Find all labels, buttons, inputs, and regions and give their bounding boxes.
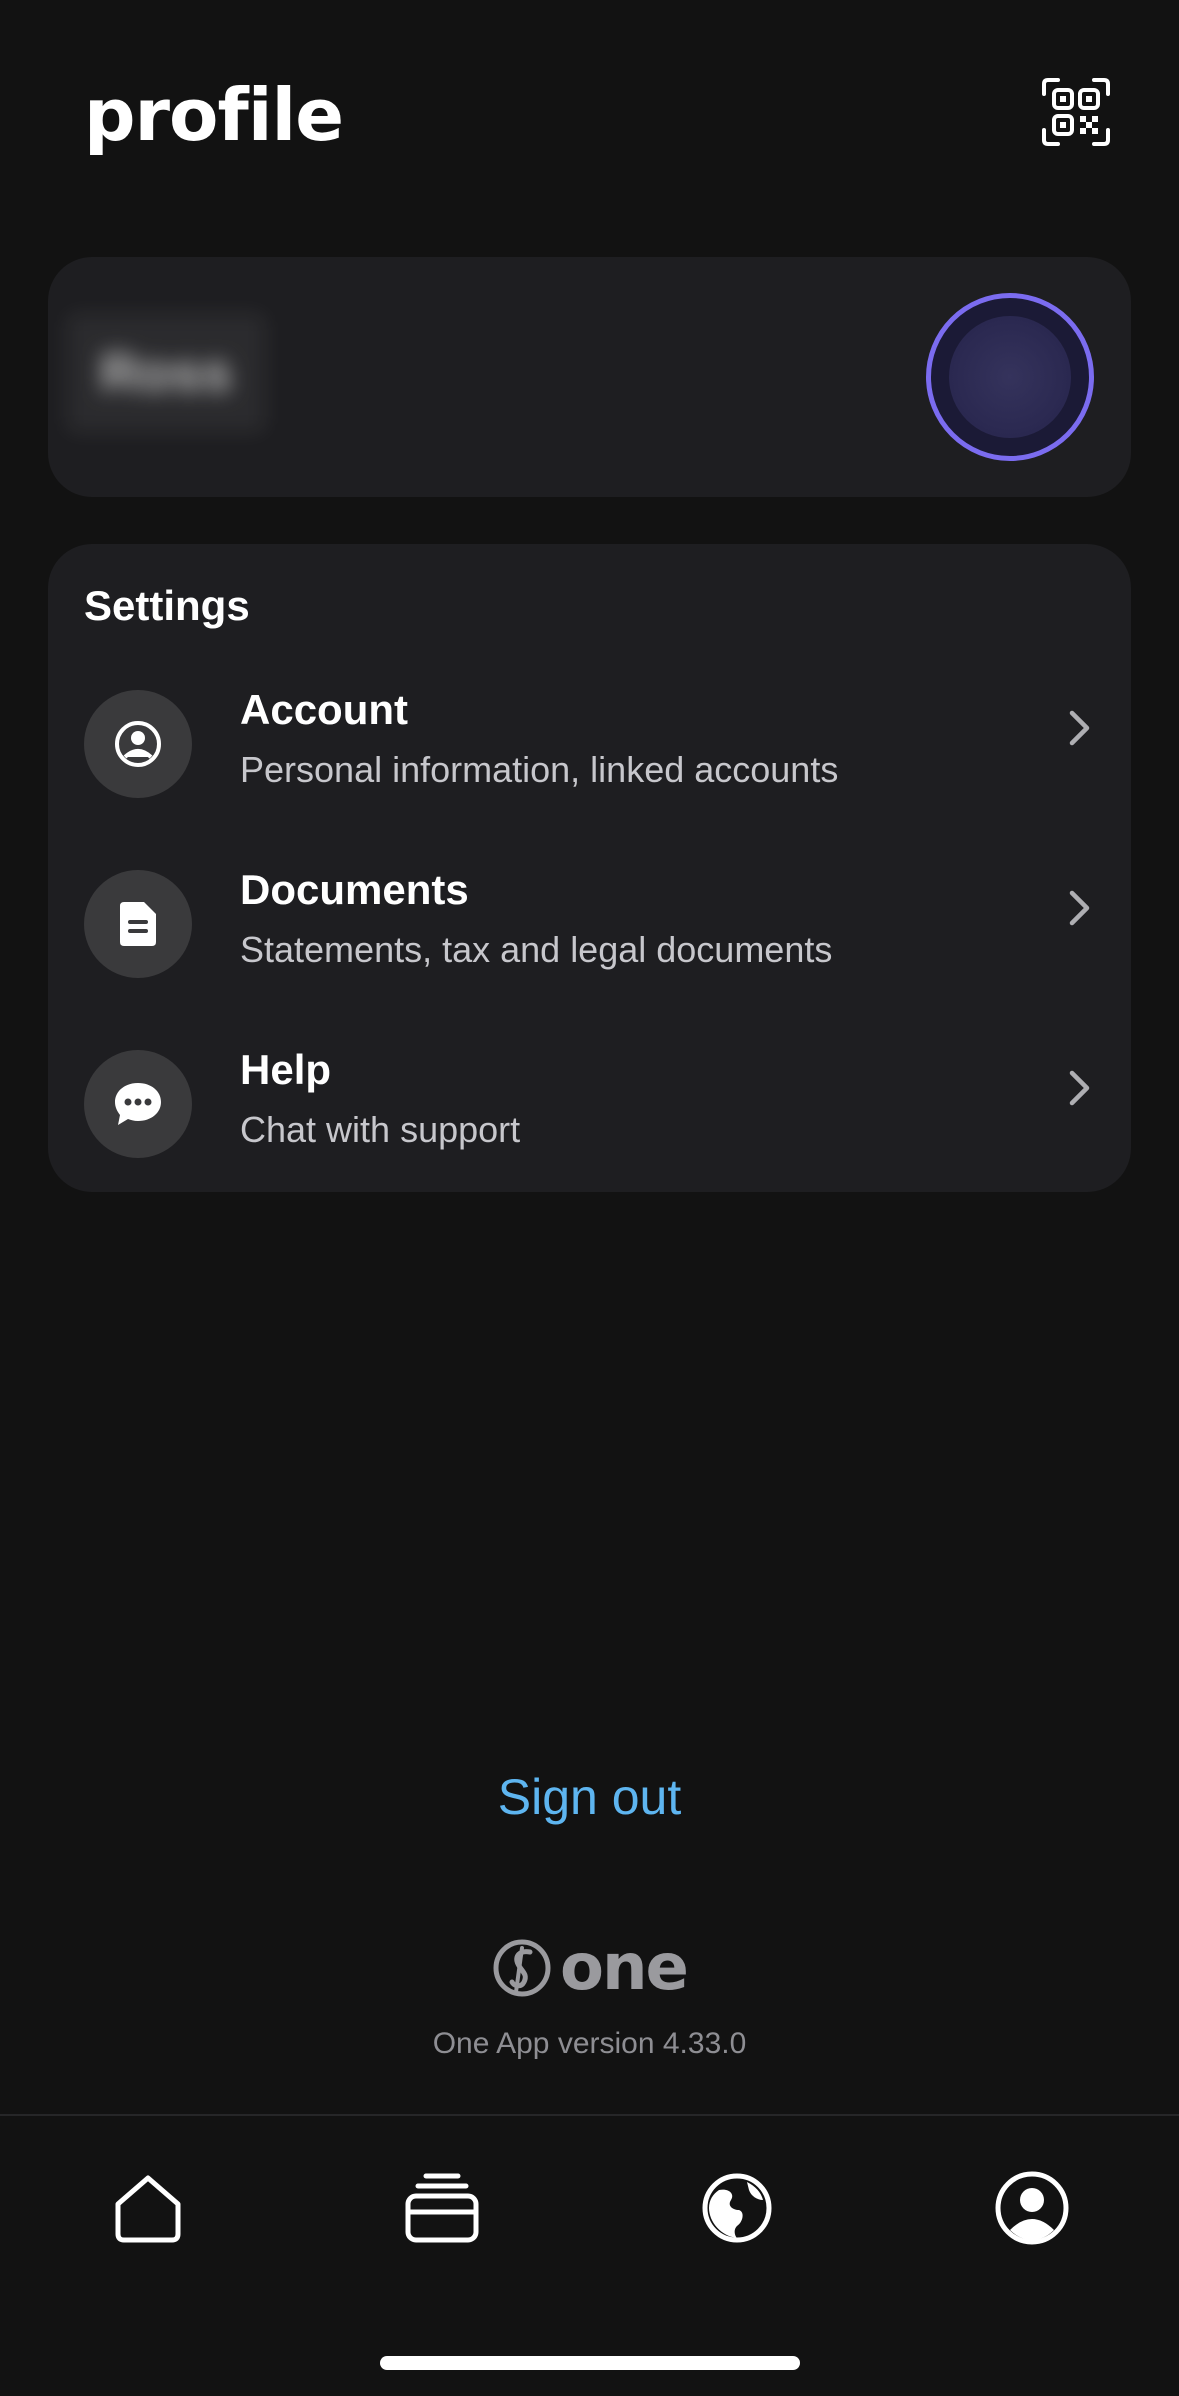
profile-icon — [995, 2171, 1069, 2245]
sign-out-button[interactable]: Sign out — [0, 1767, 1179, 1827]
tab-home[interactable] — [106, 2166, 190, 2250]
page-title: profile — [84, 73, 344, 157]
one-logo-icon — [493, 1939, 551, 1997]
qr-code-button[interactable] — [1040, 76, 1112, 148]
help-subtitle: Chat with support — [240, 1109, 521, 1150]
account-subtitle: Personal information, linked accounts — [240, 749, 839, 790]
home-icon — [115, 2175, 181, 2243]
chevron-right-icon — [1060, 704, 1100, 752]
tab-cards[interactable] — [400, 2166, 484, 2250]
profile-screen: profile Ross Settings Account Personal i… — [0, 0, 1179, 2396]
document-icon — [120, 902, 156, 946]
brand-logo: one — [492, 1931, 689, 2005]
home-indicator — [380, 2356, 800, 2370]
avatar-image — [949, 316, 1071, 438]
app-version-text: One App version 4.33.0 — [432, 2027, 747, 2060]
help-title: Help — [240, 1046, 332, 1093]
user-circle-icon — [115, 721, 161, 767]
brand-wordmark: one — [560, 1931, 689, 2005]
settings-item-documents[interactable]: Documents Statements, tax and legal docu… — [48, 824, 1131, 984]
row-icon-container — [84, 870, 192, 978]
cards-icon — [405, 2173, 479, 2243]
chevron-right-icon — [1060, 1064, 1100, 1112]
avatar[interactable] — [926, 293, 1094, 461]
tab-profile[interactable] — [990, 2166, 1074, 2250]
qr-code-scan-icon — [1042, 78, 1110, 146]
chat-bubble-icon — [115, 1083, 161, 1125]
documents-subtitle: Statements, tax and legal documents — [240, 929, 833, 970]
user-card[interactable]: Ross — [48, 257, 1131, 497]
row-icon-container — [84, 690, 192, 798]
tab-bar — [0, 2114, 1179, 2396]
settings-item-account[interactable]: Account Personal information, linked acc… — [48, 644, 1131, 804]
documents-title: Documents — [240, 866, 469, 913]
row-icon-container — [84, 1050, 192, 1158]
tab-explore[interactable] — [695, 2166, 779, 2250]
chevron-right-icon — [1060, 884, 1100, 932]
account-title: Account — [240, 686, 408, 733]
settings-title: Settings — [84, 582, 250, 629]
settings-card: Settings Account Personal information, l… — [48, 544, 1131, 1192]
user-name-blurred: Ross — [66, 313, 266, 433]
settings-item-help[interactable]: Help Chat with support — [48, 1004, 1131, 1164]
globe-icon — [702, 2173, 772, 2243]
